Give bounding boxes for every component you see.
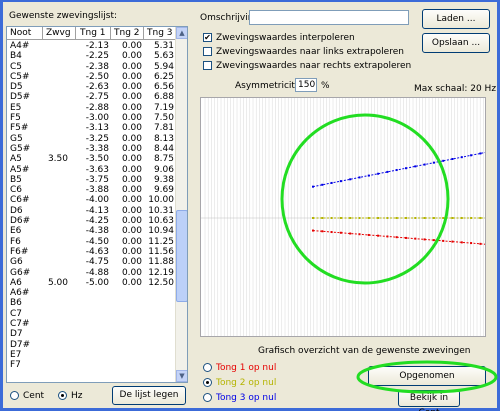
highlight-ellipse — [280, 113, 450, 285]
annotation-overlay — [280, 113, 498, 394]
highlight-ellipse — [356, 360, 498, 394]
